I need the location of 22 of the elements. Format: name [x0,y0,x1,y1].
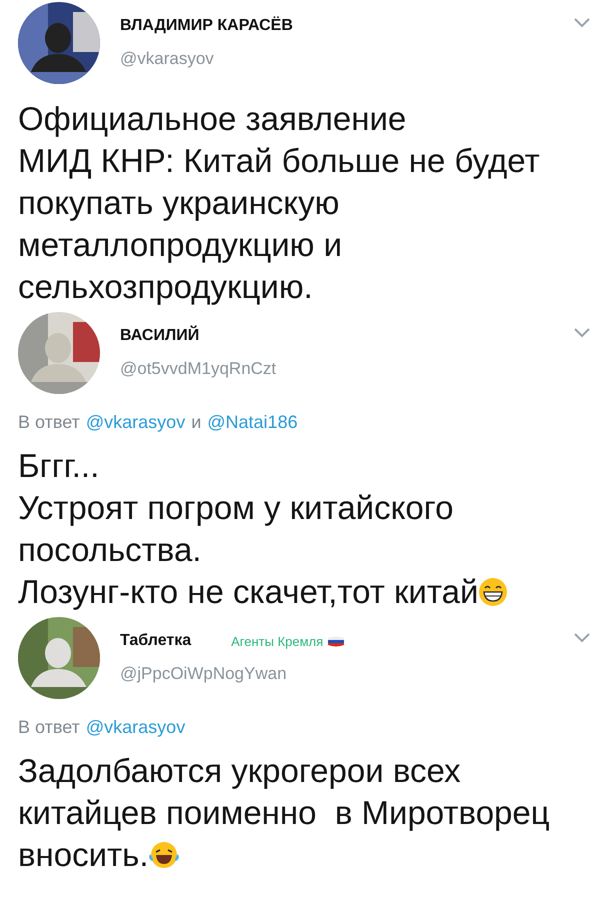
mention-link[interactable]: @vkarasyov [86,412,186,433]
reply-label: В ответ [18,412,80,433]
mention-link[interactable]: @vkarasyov [86,717,186,738]
user-handle: @jPpcOiWpNogYwan [120,664,288,684]
flag-icon [328,636,344,646]
reply-label: В ответ [18,717,80,738]
badge-label: Агенты Кремля [231,634,344,648]
mention-link[interactable]: @Natai186 [207,412,298,433]
chevron-down-icon[interactable] [574,633,590,643]
tears-of-joy-emoji-icon [148,840,179,870]
tweet-text: Официальное заявление МИД КНР: Китай больше не будет покупать украинскую металлопродукцию и сельхозпродукцию. [18,99,541,307]
user-name: ВАСИЛИЙ [120,327,200,345]
grinning-emoji-icon [478,577,508,607]
tweet-text: Бггг... Устроят погром у китайского посольства. Лозунг-кто не скачет,тот китай [18,445,590,613]
tweet-text: Задолбаются укрогерои всех китайцев поименно в Миротворец вносить. [18,751,551,875]
user-handle: @vkarasyov [120,49,215,69]
user-name: Таблетка [120,632,192,650]
chevron-down-icon[interactable] [574,328,590,338]
chevron-down-icon[interactable] [574,18,590,28]
user-name: ВЛАДИМИР КАРАСЁВ [120,17,293,35]
reply-joiner: и [191,412,202,433]
user-handle: @ot5vvdM1yqRnCzt [120,359,278,379]
